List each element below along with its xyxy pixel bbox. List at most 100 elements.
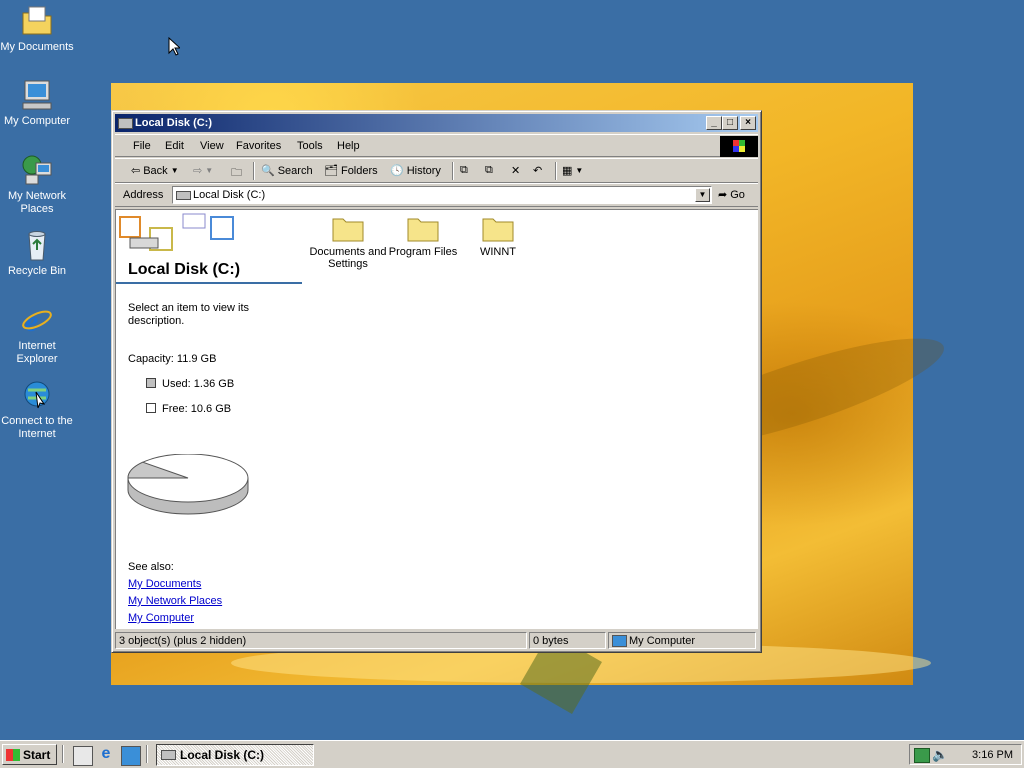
maximize-button[interactable]: □ [722, 116, 738, 130]
used-legend-swatch [146, 378, 156, 388]
forward-button[interactable]: ⇨ ▼ [193, 164, 213, 177]
menu-view[interactable]: View [200, 140, 224, 152]
back-label: Back [143, 164, 168, 177]
disk-usage-pie-chart [127, 454, 249, 515]
pane-description: Select an item to view its description. [128, 302, 250, 327]
internet-explorer-icon: e [22, 305, 52, 337]
chevron-down-icon: ▼ [170, 166, 179, 175]
drive-icon [161, 750, 176, 760]
desktop-icon-label: Internet Explorer [16, 340, 58, 365]
status-bar: 3 object(s) (plus 2 hidden) 0 bytes My C… [115, 631, 758, 650]
network-tray-icon[interactable] [914, 748, 930, 763]
menu-tools[interactable]: Tools [297, 140, 323, 152]
folder-winnt[interactable]: WINNT [458, 214, 538, 258]
back-button[interactable]: ⇦ Back ▼ [131, 164, 179, 178]
webview-info-pane: Local Disk (C:) Select an item to view i… [116, 210, 302, 629]
folder-documents-icon [22, 6, 52, 35]
menu-bar: File Edit View Favorites Tools Help [115, 134, 758, 157]
mouse-cursor-icon [168, 37, 180, 56]
forward-arrow-icon: ⇨ [193, 165, 203, 177]
desktop-icon-label: My Computer [3, 115, 71, 127]
windows-logo-icon [6, 748, 20, 761]
views-grid-icon: ▦ [562, 165, 573, 177]
volume-icon[interactable]: 🔈 [932, 747, 948, 763]
svg-text:e: e [25, 305, 38, 337]
go-arrow-icon: ➦ [718, 189, 728, 201]
go-button[interactable]: ➦ Go [718, 188, 745, 202]
status-size: 0 bytes [529, 632, 606, 649]
status-zone-label: My Computer [629, 635, 696, 647]
free-text: Free: 10.6 GB [162, 403, 232, 415]
connect-internet-icon [24, 381, 50, 409]
folder-view: Local Disk (C:) Select an item to view i… [115, 209, 758, 629]
internet-explorer-icon[interactable]: e [97, 746, 115, 764]
folder-label: Documents and Settings [309, 246, 387, 270]
delete-x-icon: ✕ [511, 165, 521, 177]
desktop-icon-label: My Network Places [7, 190, 67, 215]
taskbar-button-label: Local Disk (C:) [180, 748, 265, 762]
address-dropdown-button[interactable]: ▼ [695, 188, 710, 202]
desktop-icon-recycle-bin[interactable]: Recycle Bin [0, 228, 74, 278]
menu-edit[interactable]: Edit [165, 140, 184, 152]
start-button[interactable]: Start [2, 744, 57, 765]
window-title: Local Disk (C:) [135, 117, 213, 129]
views-button[interactable]: ▦ ▼ [562, 164, 583, 177]
folders-label: Folders [340, 164, 378, 177]
delete-button[interactable]: ✕ [511, 164, 520, 177]
capacity-text: Capacity: 11.9 GB [128, 353, 217, 365]
link-my-network-places[interactable]: My Network Places [128, 595, 222, 607]
drive-icon [118, 118, 133, 129]
title-bar[interactable]: Local Disk (C:) _ □ × [115, 114, 758, 132]
drive-icon [176, 191, 191, 200]
menu-favorites[interactable]: Favorites [236, 140, 281, 152]
desktop-icon-internet-explorer[interactable]: e Internet Explorer [0, 303, 74, 366]
folders-button[interactable]: 🗂 Folders [324, 164, 378, 178]
up-folder-button[interactable]: 🗀 [231, 164, 242, 183]
folder-icon [407, 218, 439, 242]
drive-banner-graphic [119, 213, 234, 251]
link-my-computer[interactable]: My Computer [128, 612, 194, 624]
copy-to-icon: ⧉ [485, 164, 493, 176]
link-my-documents[interactable]: My Documents [128, 578, 201, 590]
start-label: Start [23, 747, 51, 762]
search-label: Search [277, 164, 313, 177]
history-button[interactable]: 🕓 History [390, 164, 441, 178]
used-text: Used: 1.36 GB [162, 378, 235, 390]
desktop-icon-my-computer[interactable]: My Computer [0, 78, 74, 128]
desktop-icon-network-places[interactable]: My Network Places [0, 153, 74, 216]
menu-help[interactable]: Help [337, 140, 360, 152]
windows-logo-throbber [720, 136, 758, 157]
copy-to-button[interactable]: ⧉ [485, 164, 493, 177]
address-input[interactable]: Local Disk (C:) ▼ [172, 186, 712, 204]
status-zone: My Computer [608, 632, 756, 649]
taskbar-button-local-disk[interactable]: Local Disk (C:) [156, 744, 314, 766]
folders-icon: 🗂 [324, 165, 338, 177]
folder-program-files[interactable]: Program Files [383, 214, 463, 258]
up-folder-icon: 🗀 [231, 167, 242, 179]
history-icon: 🕓 [390, 165, 404, 177]
undo-button[interactable]: ↶ [533, 164, 542, 177]
outlook-express-icon[interactable] [121, 746, 141, 766]
show-desktop-icon[interactable] [73, 746, 93, 766]
status-object-count: 3 object(s) (plus 2 hidden) [115, 632, 527, 649]
undo-icon: ↶ [533, 165, 543, 177]
back-arrow-icon: ⇦ [131, 165, 141, 177]
desktop-icon-label: Connect to the Internet [1, 415, 73, 440]
system-tray: 🔈 3:16 PM [909, 744, 1022, 765]
minimize-button[interactable]: _ [706, 116, 722, 130]
close-button[interactable]: × [740, 116, 756, 130]
folder-icon [332, 218, 364, 242]
address-label: Address [123, 189, 164, 201]
search-button[interactable]: 🔍 Search [261, 164, 313, 178]
recycle-bin-icon [28, 231, 46, 261]
folder-documents-and-settings[interactable]: Documents and Settings [308, 214, 388, 270]
explorer-window: Local Disk (C:) _ □ × File Edit View Fav… [111, 110, 762, 653]
move-to-button[interactable]: ⧉ [460, 164, 468, 177]
clock: 3:16 PM [972, 749, 1013, 761]
menu-file[interactable]: File [133, 140, 151, 152]
desktop-icon-connect-internet[interactable]: Connect to the Internet [0, 378, 74, 441]
address-value: Local Disk (C:) [193, 189, 266, 201]
desktop-icon-my-documents[interactable]: My Documents [0, 4, 74, 54]
move-to-icon: ⧉ [460, 164, 468, 176]
go-label: Go [730, 188, 745, 201]
